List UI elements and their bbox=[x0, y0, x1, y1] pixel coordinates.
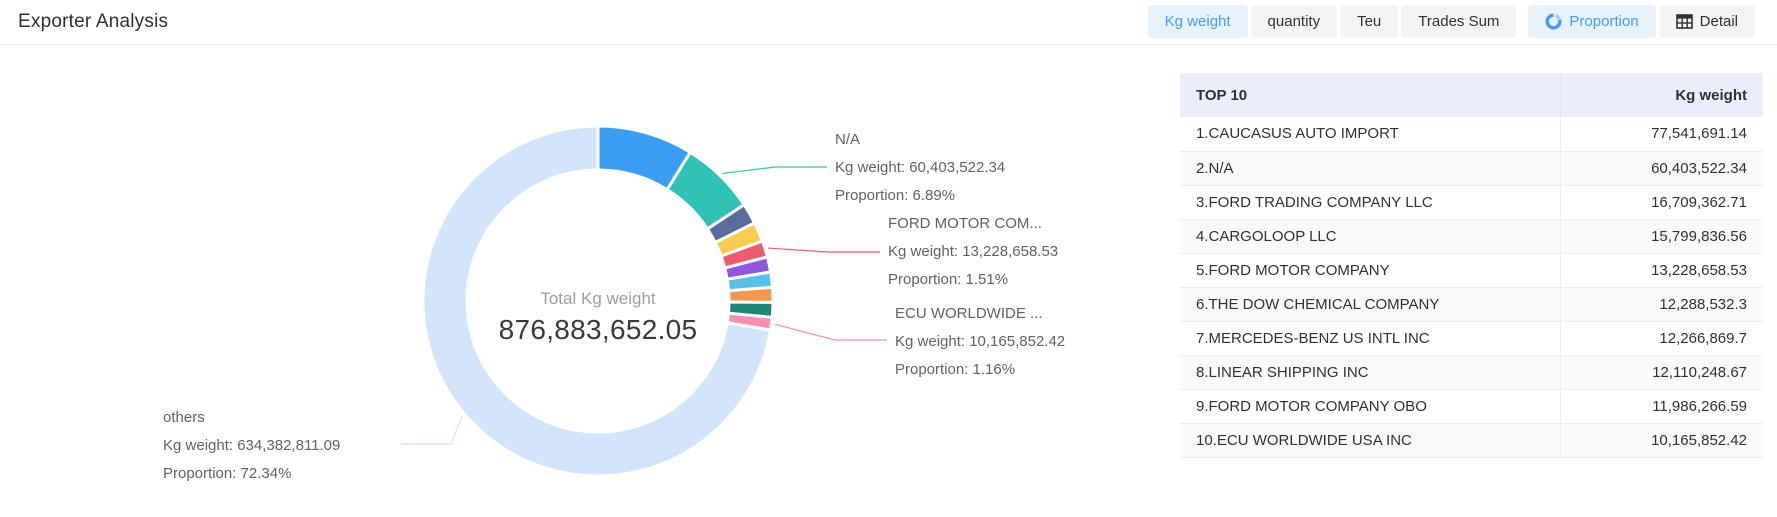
table-row: 7.MERCEDES-BENZ US INTL INC12,266,869.7 bbox=[1180, 321, 1763, 355]
tab-label: Proportion bbox=[1569, 5, 1638, 38]
table-row: 3.FORD TRADING COMPANY LLC16,709,362.71 bbox=[1180, 185, 1763, 219]
kg-weight-cell: 11,986,266.59 bbox=[1560, 389, 1763, 423]
table-row: 10.ECU WORLDWIDE USA INC10,165,852.42 bbox=[1180, 423, 1763, 457]
metric-and-view-tabs: Kg weight quantity Teu Trades Sum Propor… bbox=[1148, 5, 1755, 38]
callout-line bbox=[722, 167, 827, 173]
kg-weight-cell: 13,228,658.53 bbox=[1560, 253, 1763, 287]
kg-weight-cell: 12,110,248.67 bbox=[1560, 355, 1763, 389]
callout-line bbox=[768, 248, 880, 252]
tab-label: quantity bbox=[1268, 5, 1321, 38]
tab-teu[interactable]: Teu bbox=[1340, 5, 1398, 38]
kg-weight-cell: 15,799,836.56 bbox=[1560, 219, 1763, 253]
pie-chart-icon bbox=[1545, 13, 1562, 30]
kg-weight-cell: 12,288,532.3 bbox=[1560, 287, 1763, 321]
exporter-name-cell: 2.N/A bbox=[1180, 151, 1560, 185]
tab-proportion[interactable]: Proportion bbox=[1528, 5, 1655, 38]
table-header-row: TOP 10 Kg weight bbox=[1180, 73, 1763, 117]
callout-name: N/A bbox=[835, 126, 1005, 154]
metric-tab-group: Kg weight quantity Teu Trades Sum bbox=[1148, 5, 1517, 38]
kg-weight-cell: 16,709,362.71 bbox=[1560, 185, 1763, 219]
donut-center-label: Total Kg weight bbox=[448, 286, 748, 312]
callout-name: others bbox=[163, 404, 340, 432]
exporter-name-cell: 5.FORD MOTOR COMPANY bbox=[1180, 253, 1560, 287]
table-row: 8.LINEAR SHIPPING INC12,110,248.67 bbox=[1180, 355, 1763, 389]
panel-header: Exporter Analysis Kg weight quantity Teu… bbox=[0, 0, 1777, 45]
tab-label: Teu bbox=[1357, 5, 1381, 38]
table-row: 1.CAUCASUS AUTO IMPORT77,541,691.14 bbox=[1180, 117, 1763, 151]
tab-kg-weight[interactable]: Kg weight bbox=[1148, 5, 1248, 38]
view-tab-group: Proportion Detail bbox=[1528, 5, 1755, 38]
page-title: Exporter Analysis bbox=[18, 11, 168, 33]
exporter-name-cell: 1.CAUCASUS AUTO IMPORT bbox=[1180, 117, 1560, 151]
exporter-name-cell: 9.FORD MOTOR COMPANY OBO bbox=[1180, 389, 1560, 423]
tab-quantity[interactable]: quantity bbox=[1251, 5, 1338, 38]
exporter-analysis-panel: Total Kg weight 876,883,652.05 N/A Kg we… bbox=[0, 0, 1777, 517]
table-icon bbox=[1676, 14, 1693, 29]
table-row: 5.FORD MOTOR COMPANY13,228,658.53 bbox=[1180, 253, 1763, 287]
callout-proportion: Proportion: 72.34% bbox=[163, 460, 340, 488]
callout-name: ECU WORLDWIDE ... bbox=[895, 300, 1065, 328]
callout-kg-weight: Kg weight: 60,403,522.34 bbox=[835, 154, 1005, 182]
callout-proportion: Proportion: 1.51% bbox=[888, 266, 1058, 294]
exporter-name-cell: 7.MERCEDES-BENZ US INTL INC bbox=[1180, 321, 1560, 355]
exporter-name-cell: 6.THE DOW CHEMICAL COMPANY bbox=[1180, 287, 1560, 321]
exporter-name-cell: 10.ECU WORLDWIDE USA INC bbox=[1180, 423, 1560, 457]
callout-kg-weight: Kg weight: 10,165,852.42 bbox=[895, 328, 1065, 356]
tab-trades-sum[interactable]: Trades Sum bbox=[1401, 5, 1516, 38]
table-row: 2.N/A60,403,522.34 bbox=[1180, 151, 1763, 185]
top10-header: TOP 10 bbox=[1180, 73, 1560, 117]
exporter-name-cell: 3.FORD TRADING COMPANY LLC bbox=[1180, 185, 1560, 219]
callout-proportion: Proportion: 1.16% bbox=[895, 356, 1065, 384]
tab-label: Trades Sum bbox=[1418, 5, 1499, 38]
kg-weight-cell: 60,403,522.34 bbox=[1560, 151, 1763, 185]
callout-ford-motor: FORD MOTOR COM... Kg weight: 13,228,658.… bbox=[888, 210, 1058, 294]
callout-proportion: Proportion: 6.89% bbox=[835, 182, 1005, 210]
kg-weight-header: Kg weight bbox=[1560, 73, 1763, 117]
tab-label: Detail bbox=[1700, 5, 1738, 38]
exporter-name-cell: 8.LINEAR SHIPPING INC bbox=[1180, 355, 1560, 389]
callout-line bbox=[401, 416, 462, 444]
callout-name: FORD MOTOR COM... bbox=[888, 210, 1058, 238]
tab-label: Kg weight bbox=[1165, 5, 1231, 38]
exporter-name-cell: 4.CARGOLOOP LLC bbox=[1180, 219, 1560, 253]
callout-ecu-worldwide: ECU WORLDWIDE ... Kg weight: 10,165,852.… bbox=[895, 300, 1065, 384]
callout-na: N/A Kg weight: 60,403,522.34 Proportion:… bbox=[835, 126, 1005, 210]
top10-table-body: 1.CAUCASUS AUTO IMPORT77,541,691.142.N/A… bbox=[1180, 117, 1763, 457]
kg-weight-cell: 77,541,691.14 bbox=[1560, 117, 1763, 151]
donut-center-text: Total Kg weight 876,883,652.05 bbox=[448, 286, 748, 348]
donut-center-total: 876,883,652.05 bbox=[448, 312, 748, 348]
callout-others: others Kg weight: 634,382,811.09 Proport… bbox=[163, 404, 340, 488]
kg-weight-cell: 12,266,869.7 bbox=[1560, 321, 1763, 355]
top10-table: TOP 10 Kg weight 1.CAUCASUS AUTO IMPORT7… bbox=[1180, 73, 1763, 458]
callout-kg-weight: Kg weight: 13,228,658.53 bbox=[888, 238, 1058, 266]
tab-detail[interactable]: Detail bbox=[1659, 5, 1755, 38]
table-row: 9.FORD MOTOR COMPANY OBO11,986,266.59 bbox=[1180, 389, 1763, 423]
callout-kg-weight: Kg weight: 634,382,811.09 bbox=[163, 432, 340, 460]
table-row: 6.THE DOW CHEMICAL COMPANY12,288,532.3 bbox=[1180, 287, 1763, 321]
table-row: 4.CARGOLOOP LLC15,799,836.56 bbox=[1180, 219, 1763, 253]
callout-line bbox=[774, 324, 887, 340]
kg-weight-cell: 10,165,852.42 bbox=[1560, 423, 1763, 457]
